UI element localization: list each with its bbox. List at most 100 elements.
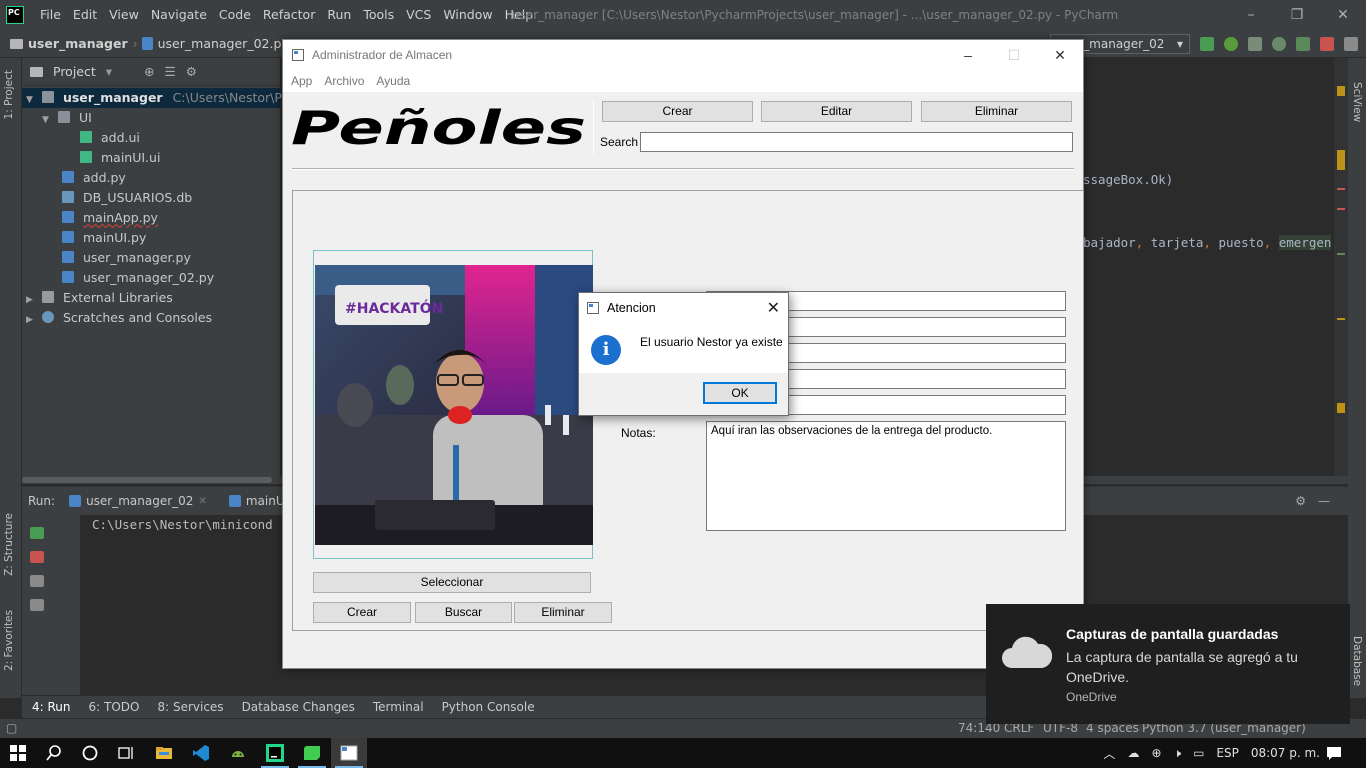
gear-icon[interactable]: ⚙ [186, 64, 197, 79]
task-view-icon[interactable] [108, 738, 144, 768]
menu-archivo[interactable]: Archivo [318, 74, 370, 88]
search-everywhere-icon[interactable] [1344, 37, 1358, 51]
globe-icon[interactable]: ⊕ [1151, 746, 1161, 760]
concurrency-icon[interactable] [1296, 37, 1310, 51]
tree-root[interactable]: ▼ user_manager C:\Users\Nestor\PycharmPr… [22, 88, 472, 108]
close-icon[interactable]: ✕ [1320, 0, 1366, 30]
python-app-taskbar-icon[interactable] [331, 738, 367, 768]
menu-code[interactable]: Code [213, 0, 257, 30]
profile-icon[interactable] [1272, 37, 1286, 51]
file-explorer-icon[interactable] [146, 738, 182, 768]
clock[interactable]: 08:07 p. m. [1251, 746, 1320, 760]
tab-database[interactable]: Database [1351, 636, 1363, 686]
show-hidden-icons-icon[interactable]: ︿ [1103, 745, 1115, 762]
breadcrumb-file[interactable]: user_manager_02.py [141, 36, 293, 51]
tab-sciview[interactable]: SciView [1351, 82, 1363, 122]
layout-icon[interactable] [30, 575, 44, 587]
menu-run[interactable]: Run [321, 0, 357, 30]
tree-item[interactable]: ▼ UI [22, 108, 280, 128]
menu-refactor[interactable]: Refactor [257, 0, 321, 30]
tree-item[interactable]: add.py [22, 168, 280, 188]
tab-favorites[interactable]: 2: Favorites [3, 610, 15, 671]
minimize-icon[interactable]: – [945, 40, 991, 70]
input-language[interactable]: ESP [1216, 746, 1238, 760]
volume-icon[interactable]: 🕨 [1174, 746, 1182, 761]
menu-tools[interactable]: Tools [357, 0, 400, 30]
eliminar-record-button[interactable]: Eliminar [514, 602, 612, 623]
tree-item[interactable]: mainUI.ui [22, 148, 280, 168]
console-output[interactable]: C:\Users\Nestor\minicond [92, 517, 273, 532]
tab-terminal[interactable]: Terminal [373, 700, 424, 714]
network-icon[interactable]: ☁ [1127, 746, 1139, 760]
tab-services[interactable]: 8: Services [157, 700, 223, 714]
tree-item[interactable]: ▶ External Libraries [22, 288, 280, 308]
tab-python-console[interactable]: Python Console [442, 700, 535, 714]
rerun-icon[interactable] [30, 527, 44, 539]
menu-ayuda[interactable]: Ayuda [370, 74, 416, 88]
search-input[interactable] [640, 132, 1073, 152]
tab-project[interactable]: 1: Project [3, 70, 15, 119]
buscar-button[interactable]: Buscar [415, 602, 512, 623]
search-icon[interactable] [36, 738, 72, 768]
tab-run[interactable]: 4: Run [32, 700, 71, 714]
tab-todo[interactable]: 6: TODO [89, 700, 140, 714]
minimize-icon[interactable]: – [1228, 0, 1274, 30]
menu-window[interactable]: Window [437, 0, 498, 30]
debug-icon[interactable] [1224, 37, 1238, 51]
close-icon[interactable]: ✕ [767, 298, 780, 318]
layout-toggle-icon[interactable]: ▢ [6, 721, 17, 735]
crear-record-button[interactable]: Crear [313, 602, 411, 623]
action-center-icon[interactable] [1316, 738, 1352, 768]
run-tab-user-manager-02[interactable]: user_manager_02 ✕ [61, 494, 215, 508]
onedrive-toast[interactable]: Capturas de pantalla guardadas La captur… [986, 604, 1350, 724]
pycharm-taskbar-icon[interactable] [257, 738, 293, 768]
rerun-icon[interactable] [1200, 37, 1214, 51]
close-icon[interactable]: ✕ [1037, 40, 1083, 70]
cortana-icon[interactable] [72, 738, 108, 768]
editor-error-stripe[interactable] [1334, 58, 1348, 484]
ok-button[interactable]: OK [703, 382, 777, 404]
breadcrumb-project[interactable]: user_manager › [0, 36, 142, 51]
coverage-icon[interactable] [1248, 37, 1262, 51]
collapse-all-icon[interactable]: ☰ [165, 64, 176, 79]
pin-icon[interactable] [30, 599, 44, 611]
close-icon[interactable]: ✕ [198, 496, 206, 507]
chevron-down-icon[interactable]: ▾ [106, 64, 112, 79]
tree-item[interactable]: mainUI.py [22, 228, 280, 248]
tree-item-label: mainApp.py [82, 210, 158, 225]
editar-button[interactable]: Editar [761, 101, 912, 122]
scrollbar-thumb[interactable] [22, 477, 272, 483]
menu-navigate[interactable]: Navigate [145, 0, 213, 30]
tree-item[interactable]: user_manager.py [22, 248, 280, 268]
message-dialog: Atencion ✕ i El usuario Nestor ya existe… [578, 292, 789, 416]
stop-icon[interactable] [1320, 37, 1334, 51]
tab-structure[interactable]: Z: Structure [3, 513, 15, 576]
tab-database-changes[interactable]: Database Changes [242, 700, 355, 714]
maximize-icon[interactable]: ❐ [1274, 0, 1320, 30]
battery-icon[interactable]: ▭ [1193, 746, 1204, 760]
tree-item[interactable]: user_manager_02.py [22, 268, 280, 288]
stop-icon[interactable] [30, 551, 44, 563]
tree-item[interactable]: mainApp.py [22, 208, 280, 228]
android-studio-icon[interactable] [220, 738, 256, 768]
hide-icon[interactable]: — [1318, 494, 1330, 508]
crear-button[interactable]: Crear [602, 101, 753, 122]
project-pane-title[interactable]: Project [53, 64, 96, 79]
menu-file[interactable]: File [34, 0, 67, 30]
code-editor[interactable]: ssageBox.Ok) bajador, tarjeta, puesto, e… [1083, 58, 1348, 484]
tree-item[interactable]: DB_USUARIOS.db [22, 188, 280, 208]
gear-icon[interactable]: ⚙ [1295, 494, 1306, 508]
notas-textarea[interactable]: Aquí iran las observaciones de la entreg… [706, 421, 1066, 531]
menu-app[interactable]: App [285, 74, 318, 88]
locate-icon[interactable]: ⊕ [144, 64, 154, 79]
menu-vcs[interactable]: VCS [400, 0, 437, 30]
vscode-icon[interactable] [183, 738, 219, 768]
tree-item[interactable]: add.ui [22, 128, 280, 148]
menu-view[interactable]: View [103, 0, 145, 30]
tree-item[interactable]: ▶ Scratches and Consoles [22, 308, 280, 328]
qt-designer-icon[interactable] [294, 738, 330, 768]
eliminar-button[interactable]: Eliminar [921, 101, 1072, 122]
menu-edit[interactable]: Edit [67, 0, 103, 30]
windows-start-icon[interactable] [0, 738, 36, 768]
seleccionar-button[interactable]: Seleccionar [313, 572, 591, 593]
